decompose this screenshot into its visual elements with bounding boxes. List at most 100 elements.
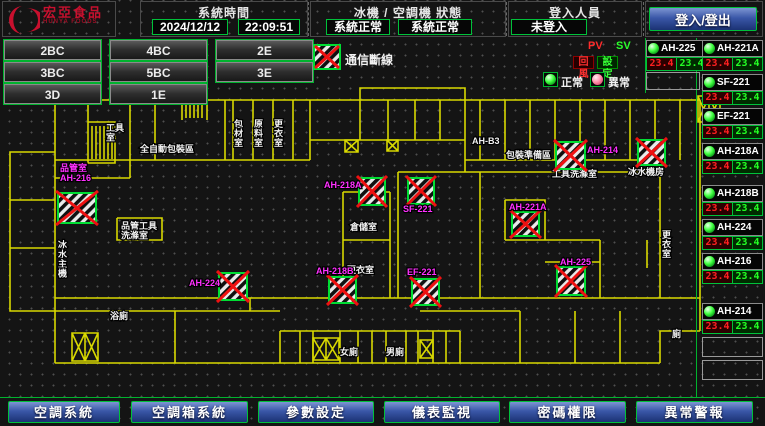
unit-button-ah-225[interactable]: AH-225 [646,40,707,57]
pv-name-chip: 回風 [573,56,594,69]
svg-text:室: 室 [254,137,263,148]
disconnected-unit[interactable] [636,138,667,167]
room-label: 全自動包裝區 [139,143,194,154]
normal-led [543,72,558,87]
room-label: 男廁 [386,346,404,357]
unit-led [704,77,715,88]
unit-values-ah-216: 23.423.4 [702,270,763,284]
unit-led [704,306,715,317]
nav-button-5[interactable]: 密碼權限 [509,401,626,423]
unit-button-ah-218b[interactable]: AH-218B [702,185,763,202]
svg-text:更: 更 [274,119,284,129]
floor-button-2e[interactable]: 2E [216,40,313,60]
unit-led [704,256,715,267]
svg-text:冰: 冰 [58,239,68,250]
chiller-status-field: 系統正常 [326,19,390,35]
unit-name: AH-214 [717,306,751,317]
svg-text:衣: 衣 [274,128,283,139]
pv-value: 23.4 [703,92,733,104]
svg-text:SF-221: SF-221 [403,204,433,214]
normal-label: 正常 [561,74,583,90]
floor-button-3e[interactable]: 3E [216,62,313,82]
sv-value: 23.4 [733,271,762,283]
login-logout-button[interactable]: 登入/登出 [649,7,757,31]
unit-led [704,111,715,122]
floor-button-3d[interactable]: 3D [4,84,101,104]
unit-name: EF-221 [717,111,750,122]
unit-values-sf-221: 23.423.4 [702,91,763,105]
logo-box: 宏亞食品 HUNYA FOODS [2,1,116,37]
unit-led [704,188,715,199]
unit-button-ah-214[interactable]: AH-214 [702,303,763,320]
room-label: 包材室 [233,118,243,148]
disconnected-unit-ah-221a[interactable]: AH-221A [509,202,547,238]
nav-button-6[interactable]: 異常警報 [636,401,753,423]
pv-value: 23.4 [647,58,677,70]
svg-text:衣: 衣 [662,239,671,250]
floor-button-2bc[interactable]: 2BC [4,40,101,60]
disconnected-unit-ah-214[interactable]: AH-214 [554,140,618,171]
unit-button-sf-221[interactable]: SF-221 [702,74,763,91]
svg-text:原: 原 [254,119,263,129]
svg-text:包裝準備區: 包裝準備區 [505,149,551,160]
floor-button-5bc[interactable]: 5BC [110,62,207,82]
svg-text:全自動包裝區: 全自動包裝區 [139,143,194,154]
sv-label: SV [616,40,631,52]
pv-value: 23.4 [703,126,733,138]
svg-text:機: 機 [58,268,67,279]
room-label: 冰水機房 [628,166,664,177]
nav-button-1[interactable]: 空調系統 [8,401,120,423]
unit-button-ef-221[interactable]: EF-221 [702,108,763,125]
unit-values-ah-218b: 23.423.4 [702,202,763,216]
room-label: AH-B3 [472,136,500,146]
room-label: 冰水主機 [58,239,68,279]
svg-text:廁: 廁 [672,328,681,339]
svg-text:AH-216: AH-216 [60,173,91,183]
pv-value: 23.4 [703,203,733,215]
pv-label: PV [588,40,603,52]
comm-fail-label: 通信斷線 [345,51,393,68]
room-label: 品管工具洗滌室 [121,220,157,241]
svg-text:更: 更 [662,230,672,240]
empty-slot [646,72,700,90]
comm-fail-icon [313,44,341,70]
pv-value: 23.4 [703,237,733,249]
disconnected-unit-ah-216[interactable]: 品管室AH-216 [56,162,98,225]
empty-slot [702,360,763,380]
floor-button-3bc[interactable]: 3BC [4,62,101,82]
pv-value: 23.4 [703,58,733,70]
nav-button-3[interactable]: 參數設定 [258,401,374,423]
room-label: 原料室 [254,119,263,148]
pv-value: 23.4 [703,321,733,333]
nav-button-2[interactable]: 空調箱系統 [131,401,248,423]
svg-text:室: 室 [662,248,671,259]
stair-x-box [420,340,433,358]
unit-button-ah-224[interactable]: AH-224 [702,219,763,236]
unit-button-ah-216[interactable]: AH-216 [702,253,763,270]
unit-button-ah-221a[interactable]: AH-221A [702,40,763,57]
svg-text:包: 包 [233,118,243,129]
nav-button-4[interactable]: 儀表監視 [384,401,500,423]
disconnected-unit-sf-221[interactable]: SF-221 [403,176,436,214]
header-separator [506,2,507,36]
disconnected-unit-ah-218b[interactable]: AH-218B [316,266,358,305]
disconnected-unit-ef-221[interactable]: EF-221 [407,267,441,307]
room-label: 包裝準備區 [505,149,551,160]
empty-slot [702,337,763,357]
logo-cn: 宏亞食品 [43,6,103,19]
unit-name: SF-221 [717,77,750,88]
unit-button-ah-218a[interactable]: AH-218A [702,143,763,160]
floor-button-4bc[interactable]: 4BC [110,40,207,60]
unit-name: AH-224 [717,222,751,233]
unit-values-ah-218a: 23.423.4 [702,160,763,174]
abnormal-led [590,72,605,87]
sv-name-chip: 設定 [597,56,618,69]
unit-values-ah-224: 23.423.4 [702,236,763,250]
floor-button-1e[interactable]: 1E [110,84,207,104]
header-separator [308,2,309,36]
svg-text:AH-218B: AH-218B [316,266,354,276]
unit-name: AH-216 [717,256,751,267]
room-label: 更衣室 [274,119,284,148]
svg-text:室: 室 [274,137,283,148]
disconnected-unit-ah-225[interactable]: AH-225 [555,257,591,297]
